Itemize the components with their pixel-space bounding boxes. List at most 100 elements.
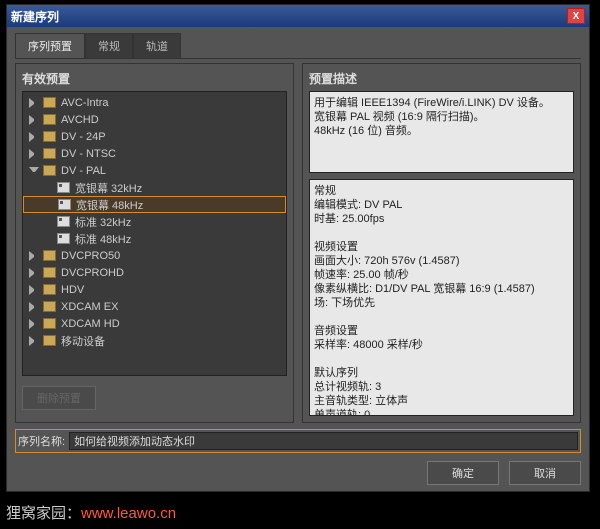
description-title: 预置描述 [309,70,574,87]
tree-folder[interactable]: AVC-Intra [23,94,286,111]
preset-icon [58,199,71,210]
folder-icon [43,250,56,261]
folder-icon [43,318,56,329]
tree-folder[interactable]: XDCAM EX [23,298,286,315]
close-button[interactable]: X [567,8,585,24]
new-sequence-dialog: 新建序列 X 序列预置 常规 轨道 有效预置 AVC-Intra AVCHD DV … [6,4,590,492]
tree-item-label: XDCAM EX [61,301,118,313]
tree-folder[interactable]: HDV [23,281,286,298]
chevron-down-icon[interactable] [29,167,39,177]
tree-item-label: XDCAM HD [61,318,120,330]
preset-icon [57,216,70,227]
presets-panel: 有效预置 AVC-Intra AVCHD DV - 24P DV - NTSC DV -… [15,63,294,423]
button-row: 确定 取消 [15,461,581,485]
tree-folder[interactable]: XDCAM HD [23,315,286,332]
chevron-right-icon[interactable] [29,336,39,346]
chevron-right-icon[interactable] [29,149,39,159]
tab-sequence-preset[interactable]: 序列预置 [15,33,85,58]
details-box: 常规编辑模式: DV PAL时基: 25.00fps 视频设置画面大小: 720… [309,179,574,416]
detail-line: 画面大小: 720h 576v (1.4587) [314,254,569,268]
tree-item-label: DV - 24P [61,131,106,143]
folder-icon [43,267,56,278]
tree-folder[interactable]: DV - 24P [23,128,286,145]
sequence-name-row: 序列名称: [15,429,581,453]
tree-item-label: 宽银幕 32kHz [75,180,142,196]
tabs: 序列预置 常规 轨道 [15,33,581,59]
tree-item-label: 移动设备 [61,333,105,349]
ok-button[interactable]: 确定 [427,461,499,485]
chevron-right-icon[interactable] [29,319,39,329]
tree-item-label: DV - NTSC [61,148,116,160]
dialog-body: 序列预置 常规 轨道 有效预置 AVC-Intra AVCHD DV - 24P DV… [7,27,589,491]
footer-site: 狸窝家园： [6,505,81,522]
folder-icon [43,148,56,159]
folder-icon [43,114,56,125]
delete-preset-button: 删除预置 [22,386,96,410]
chevron-right-icon[interactable] [29,132,39,142]
desc-line-3: 48kHz (16 位) 音频。 [314,125,418,137]
tree-folder[interactable]: DV - PAL [23,162,286,179]
sequence-name-input[interactable] [69,432,578,450]
tab-tracks[interactable]: 轨道 [133,33,181,58]
detail-line: 视频设置 [314,240,569,254]
tree-item-label: DVCPROHD [61,267,124,279]
tree-item-label: DV - PAL [61,165,106,177]
tree-folder[interactable]: DV - NTSC [23,145,286,162]
folder-icon [43,97,56,108]
chevron-right-icon[interactable] [29,285,39,295]
preset-icon [57,233,70,244]
detail-line [314,310,569,324]
tree-preset[interactable]: 宽银幕 32kHz [23,179,286,196]
panels: 有效预置 AVC-Intra AVCHD DV - 24P DV - NTSC DV -… [15,63,581,423]
tree-item-label: DVCPRO50 [61,250,120,262]
folder-icon [43,335,56,346]
chevron-right-icon[interactable] [29,115,39,125]
chevron-right-icon[interactable] [29,98,39,108]
description-box: 用于编辑 IEEE1394 (FireWire/i.LINK) DV 设备。 宽… [309,91,574,173]
tree-item-label: HDV [61,284,84,296]
tree-preset[interactable]: 宽银幕 48kHz [23,196,286,213]
presets-tree[interactable]: AVC-Intra AVCHD DV - 24P DV - NTSC DV - PAL 宽… [22,91,287,376]
detail-line: 常规 [314,184,569,198]
detail-line [314,226,569,240]
detail-line: 音频设置 [314,324,569,338]
folder-icon [43,165,56,176]
tree-preset[interactable]: 标准 48kHz [23,230,286,247]
folder-icon [43,284,56,295]
tree-folder[interactable]: DVCPRO50 [23,247,286,264]
tree-item-label: 宽银幕 48kHz [76,197,143,213]
detail-line: 单声道轨: 0 [314,408,569,416]
chevron-right-icon[interactable] [29,302,39,312]
presets-title: 有效预置 [22,70,287,87]
tree-item-label: AVCHD [61,114,99,126]
tab-general[interactable]: 常规 [85,33,133,58]
detail-line: 像素纵横比: D1/DV PAL 宽银幕 16:9 (1.4587) [314,282,569,296]
detail-line: 场: 下场优先 [314,296,569,310]
titlebar[interactable]: 新建序列 X [7,5,589,27]
desc-line-1: 用于编辑 IEEE1394 (FireWire/i.LINK) DV 设备。 [314,97,550,109]
detail-line: 帧速率: 25.00 帧/秒 [314,268,569,282]
tree-folder[interactable]: DVCPROHD [23,264,286,281]
detail-line: 编辑模式: DV PAL [314,198,569,212]
dialog-title: 新建序列 [11,8,59,25]
detail-line [314,352,569,366]
folder-icon [43,301,56,312]
chevron-right-icon[interactable] [29,268,39,278]
tree-folder[interactable]: 移动设备 [23,332,286,349]
sequence-name-label: 序列名称: [18,433,65,449]
cancel-button[interactable]: 取消 [509,461,581,485]
tree-item-label: AVC-Intra [61,97,108,109]
tree-folder[interactable]: AVCHD [23,111,286,128]
detail-line: 总计视频轨: 3 [314,380,569,394]
footer-watermark: 狸窝家园：www.leawo.cn [6,502,176,523]
tree-preset[interactable]: 标准 32kHz [23,213,286,230]
chevron-right-icon[interactable] [29,251,39,261]
delete-row: 删除预置 [22,386,287,410]
folder-icon [43,131,56,142]
description-panel: 预置描述 用于编辑 IEEE1394 (FireWire/i.LINK) DV … [302,63,581,423]
footer-url: www.leawo.cn [81,505,176,522]
detail-line: 默认序列 [314,366,569,380]
detail-line: 主音轨类型: 立体声 [314,394,569,408]
preset-icon [57,182,70,193]
tree-item-label: 标准 48kHz [75,231,131,247]
